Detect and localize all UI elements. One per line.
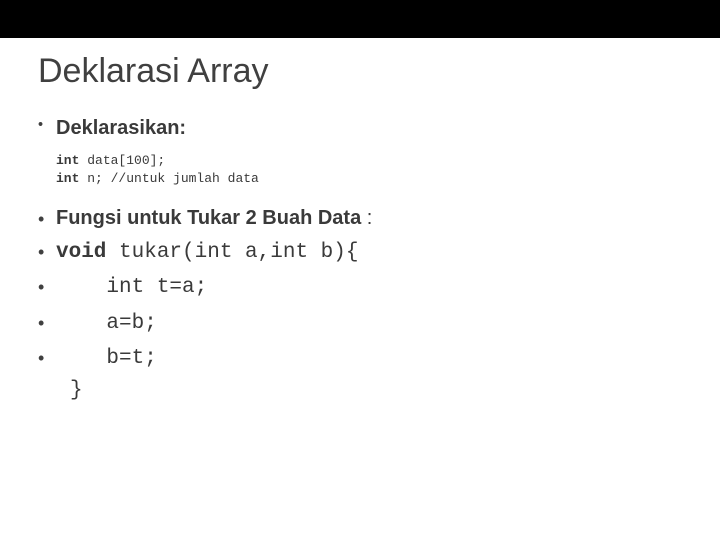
fn-body-2: a=b; <box>56 312 157 335</box>
subhead-fungsi: Fungsi untuk Tukar 2 Buah Data <box>56 207 367 229</box>
decl-line-1: data[100]; <box>87 153 165 168</box>
subhead-colon: : <box>367 207 373 229</box>
bullet-fn-line-ab: a=b; <box>38 309 682 338</box>
slide-title: Deklarasi Array <box>38 52 682 91</box>
code-declaration: int data[100]; int n; //untuk jumlah dat… <box>56 152 682 187</box>
bullet-fn-signature: void tukar(int a,int b){ <box>38 238 682 267</box>
kw-int-1: int <box>56 153 87 168</box>
subhead-deklarasikan: Deklarasikan: <box>56 117 186 139</box>
slide-body: Deklarasi Array Deklarasikan: int data[1… <box>0 38 720 402</box>
decl-line-2: n; //untuk jumlah data <box>87 171 259 186</box>
bullet-fungsi-heading: Fungsi untuk Tukar 2 Buah Data : <box>38 205 682 232</box>
bullet-fn-line-t: int t=a; <box>38 273 682 302</box>
top-bar <box>0 0 720 38</box>
kw-void: void <box>56 241 119 264</box>
fn-sig-rest: tukar(int a,int b){ <box>119 241 358 264</box>
kw-int-2: int <box>56 171 87 186</box>
fn-close-brace: } <box>70 379 682 402</box>
bullet-list: Deklarasikan: <box>38 115 682 142</box>
fn-body-3: b=t; <box>56 347 157 370</box>
fn-body-1: int t=a; <box>56 276 207 299</box>
bullet-list-fn: Fungsi untuk Tukar 2 Buah Data : void tu… <box>38 205 682 373</box>
bullet-fn-line-bt: b=t; <box>38 344 682 373</box>
bullet-deklarasikan: Deklarasikan: <box>38 115 682 142</box>
spacer <box>38 187 682 205</box>
